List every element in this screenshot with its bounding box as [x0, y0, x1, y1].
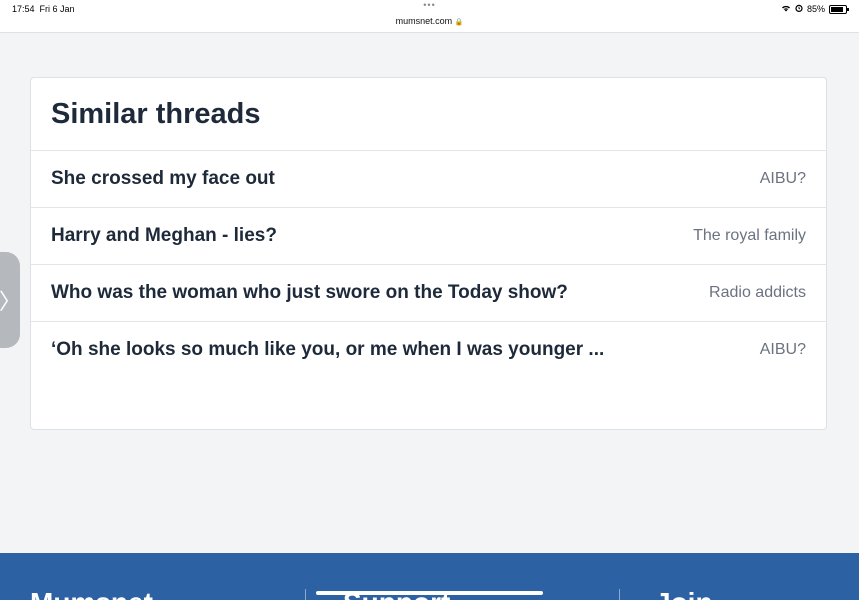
thread-title[interactable]: She crossed my face out [51, 168, 275, 190]
thread-topic[interactable]: Radio addicts [709, 284, 806, 302]
footer-link-mumsnet[interactable]: Mumsnet [30, 587, 153, 600]
alarm-icon [795, 4, 803, 14]
chevron-right-icon: 〉 [0, 289, 22, 314]
similar-threads-title: Similar threads [31, 78, 826, 151]
thread-topic[interactable]: AIBU? [760, 341, 806, 359]
browser-menu-dots[interactable]: ••• [0, 0, 859, 10]
thread-topic[interactable]: AIBU? [760, 170, 806, 188]
thread-title[interactable]: Harry and Meghan - lies? [51, 225, 277, 247]
thread-topic[interactable]: The royal family [693, 227, 806, 245]
thread-row[interactable]: ‘Oh she looks so much like you, or me wh… [31, 322, 826, 378]
status-bar: 17:54 Fri 6 Jan ••• mumsnet.com 🔒 85% [0, 0, 859, 33]
status-indicators: 85% [781, 4, 849, 14]
thread-list: She crossed my face out AIBU? Harry and … [31, 151, 826, 378]
thread-row[interactable]: She crossed my face out AIBU? [31, 151, 826, 208]
thread-title[interactable]: Who was the woman who just swore on the … [51, 282, 568, 304]
lock-icon: 🔒 [454, 19, 464, 26]
address-bar[interactable]: mumsnet.com 🔒 [0, 16, 859, 26]
footer-link-join[interactable]: Join [655, 587, 713, 600]
thread-row[interactable]: Harry and Meghan - lies? The royal famil… [31, 208, 826, 265]
wifi-icon [781, 4, 791, 14]
footer-link-support[interactable]: Support [343, 587, 450, 600]
site-footer: Mumsnet Support Join [0, 553, 859, 600]
battery-icon [829, 4, 849, 14]
footer-divider [619, 589, 620, 600]
thread-title[interactable]: ‘Oh she looks so much like you, or me wh… [51, 339, 604, 361]
side-panel-handle[interactable]: 〉 [0, 252, 22, 348]
battery-percent: 85% [806, 4, 825, 14]
address-url: mumsnet.com [395, 16, 453, 26]
footer-divider [305, 589, 306, 600]
similar-threads-card: Similar threads She crossed my face out … [30, 77, 827, 430]
thread-row[interactable]: Who was the woman who just swore on the … [31, 265, 826, 322]
